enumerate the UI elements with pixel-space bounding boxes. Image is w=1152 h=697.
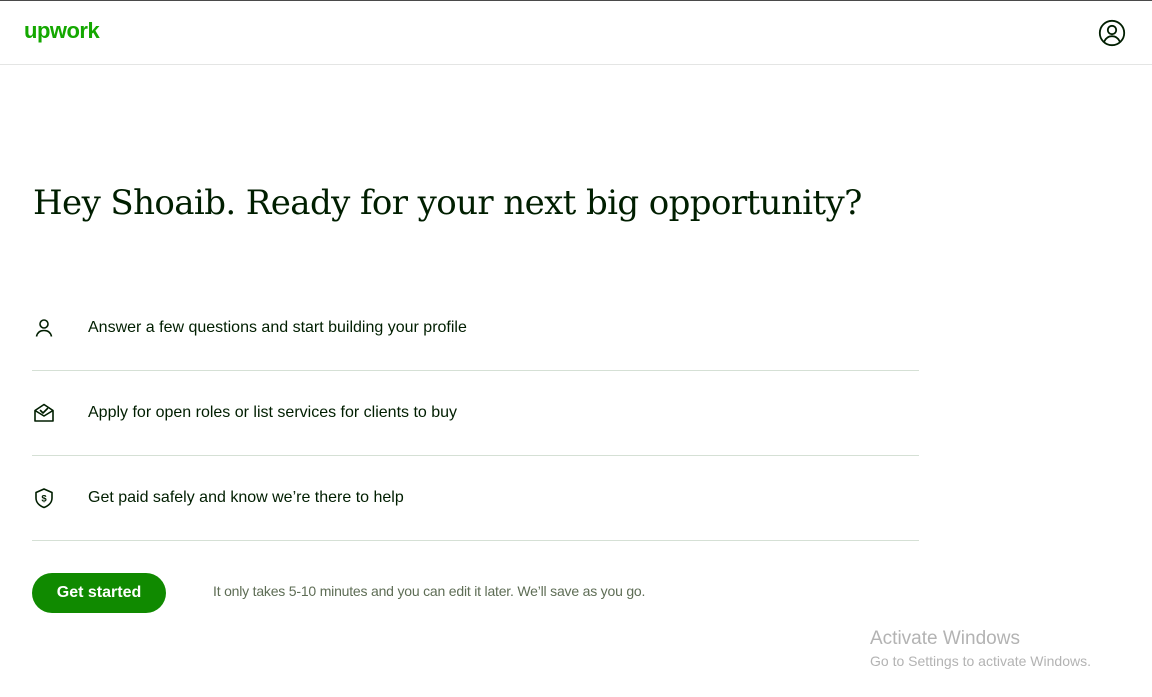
envelope-check-icon	[34, 403, 54, 422]
activation-watermark-title: Activate Windows	[870, 628, 1020, 649]
person-icon	[35, 319, 53, 337]
user-circle-icon[interactable]	[1098, 19, 1126, 47]
page: upwork Hey Shoaib. Ready for your next b…	[0, 0, 1152, 697]
step-text: Apply for open roles or list services fo…	[88, 404, 458, 421]
top-header: upwork	[0, 1, 1152, 65]
time-note: It only takes 5-10 minutes and you can e…	[213, 583, 646, 599]
list-item: Apply for open roles or list services fo…	[32, 371, 919, 456]
shield-dollar-icon: $	[35, 488, 53, 509]
page-title: Hey Shoaib. Ready for your next big oppo…	[33, 183, 862, 223]
step-text: Get paid safely and know we’re there to …	[88, 489, 404, 506]
get-started-button[interactable]: Get started	[32, 573, 166, 613]
upwork-logo[interactable]: upwork	[24, 16, 100, 46]
svg-text:$: $	[41, 494, 47, 505]
step-text: Answer a few questions and start buildin…	[88, 319, 467, 336]
list-item: Answer a few questions and start buildin…	[32, 286, 919, 371]
list-item: $ Get paid safely and know we’re there t…	[32, 456, 919, 541]
activation-watermark-subtitle: Go to Settings to activate Windows.	[870, 653, 1091, 669]
steps-list: Answer a few questions and start buildin…	[32, 286, 919, 541]
